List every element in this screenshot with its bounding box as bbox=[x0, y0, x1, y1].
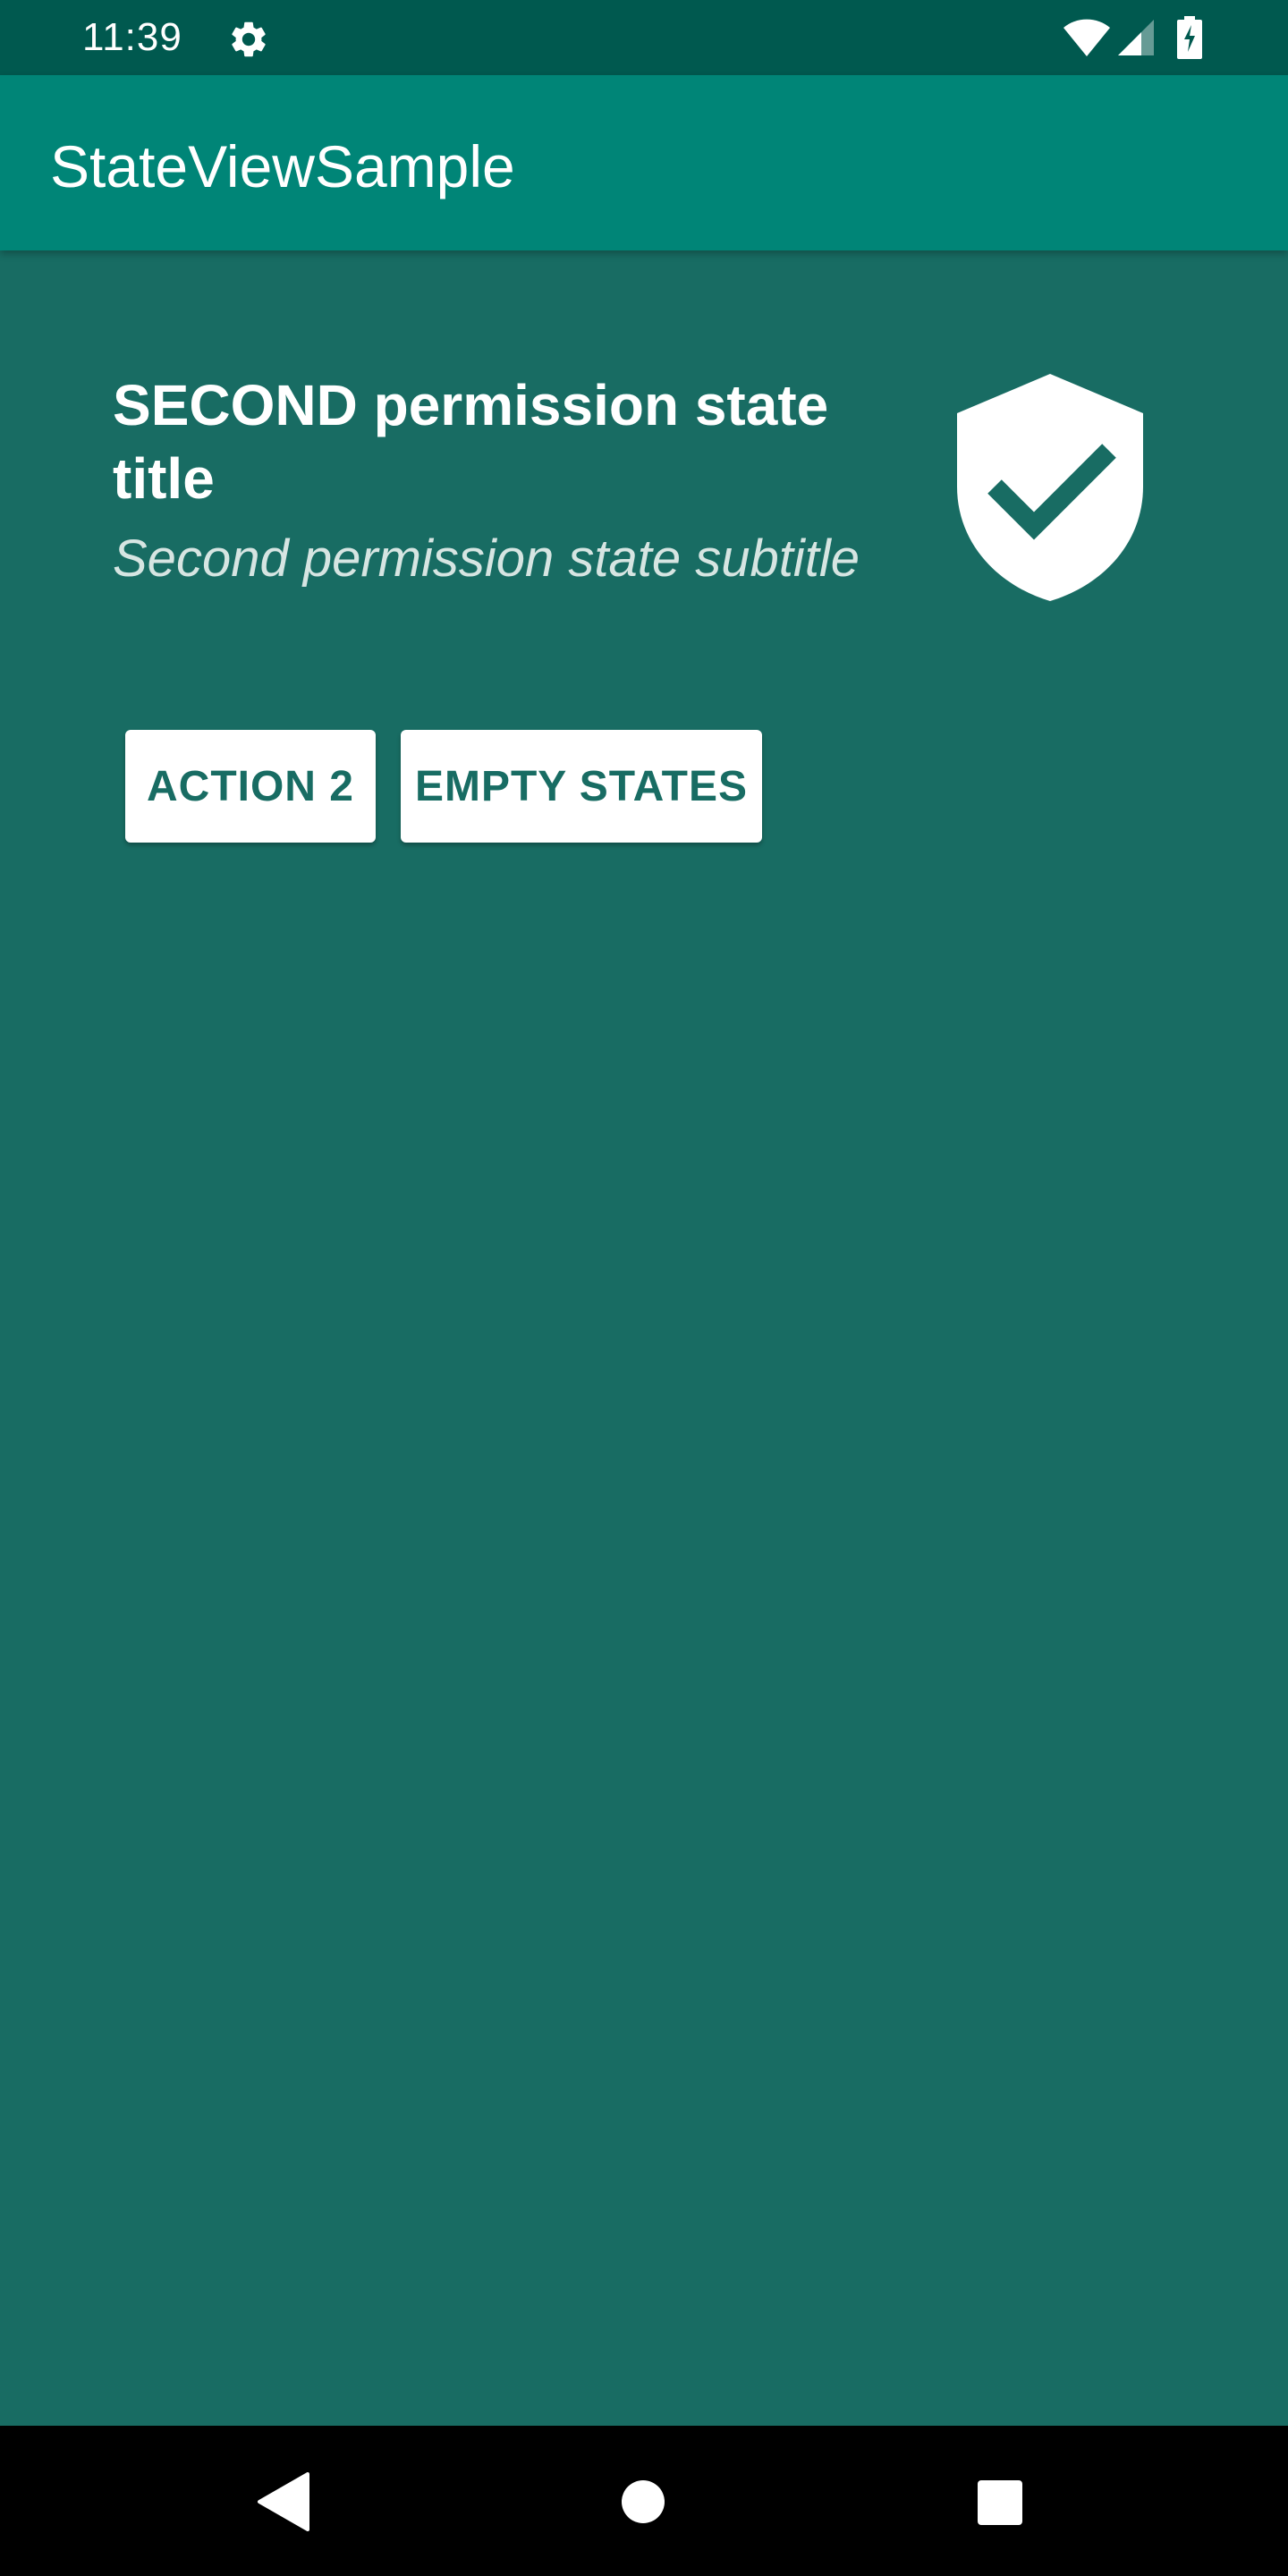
app-bar: StateViewSample bbox=[0, 75, 1288, 250]
home-icon[interactable] bbox=[621, 2479, 665, 2524]
status-time: 11:39 bbox=[82, 15, 182, 59]
empty-states-button[interactable]: EMPTY STATES bbox=[401, 730, 762, 843]
battery-charging-icon bbox=[1177, 16, 1202, 59]
gear-icon bbox=[232, 21, 266, 57]
status-bar: 11:39 bbox=[0, 0, 1288, 75]
recents-icon[interactable] bbox=[977, 2479, 1023, 2526]
state-subtitle: Second permission state subtitle bbox=[113, 530, 860, 588]
signal-icon bbox=[1118, 20, 1154, 55]
screen: 11:39 StateViewSample SECOND permission … bbox=[0, 0, 1288, 2576]
back-icon[interactable] bbox=[256, 2472, 309, 2531]
app-title: StateViewSample bbox=[50, 133, 515, 199]
state-title: SECOND permission state title bbox=[113, 373, 829, 511]
nav-bar bbox=[0, 2426, 1288, 2576]
shield-check-icon bbox=[957, 374, 1143, 601]
action-2-button[interactable]: ACTION 2 bbox=[125, 730, 376, 843]
wifi-icon bbox=[1063, 19, 1110, 57]
